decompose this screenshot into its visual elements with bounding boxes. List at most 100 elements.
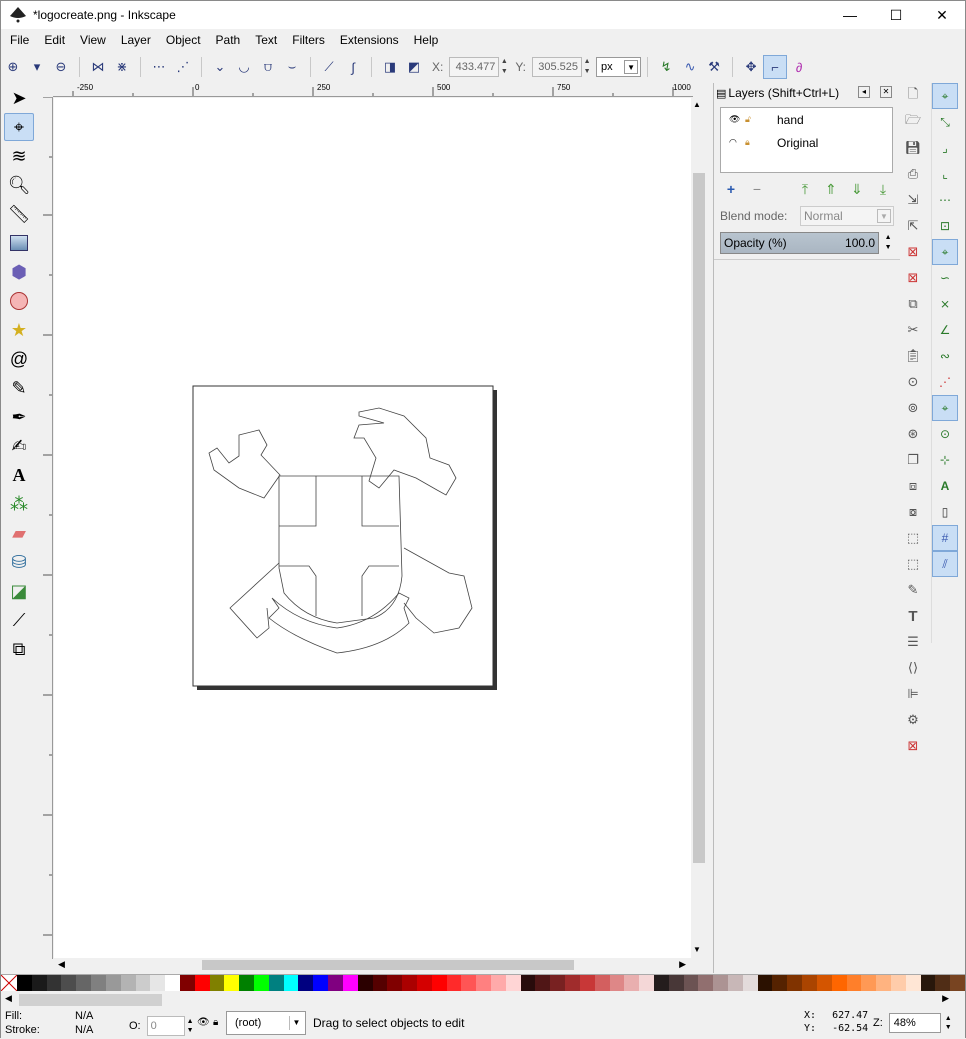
unlock-icon[interactable]: 🔓︎: [745, 114, 751, 125]
snap-bbox-edge-icon[interactable]: ⌟: [932, 135, 958, 161]
menu-object[interactable]: Object: [157, 33, 207, 47]
delete-segment-icon[interactable]: ⋰: [171, 55, 195, 79]
print-icon[interactable]: ⎙: [901, 161, 925, 187]
color-swatch[interactable]: [653, 975, 669, 991]
palette-scroll-thumb[interactable]: [19, 994, 162, 1006]
horizontal-scroll-thumb[interactable]: [202, 960, 574, 970]
color-swatch[interactable]: [46, 975, 62, 991]
remove-layer-icon[interactable]: −: [748, 181, 766, 198]
current-layer-select[interactable]: (root) ▼: [226, 1011, 306, 1035]
export-icon[interactable]: ⇱: [901, 213, 925, 239]
measure-tool-icon[interactable]: 📏︎: [4, 200, 34, 228]
layer-row-original[interactable]: ◠ 🔒︎ Original: [721, 131, 892, 154]
maximize-button[interactable]: ☐: [873, 1, 919, 29]
join-nodes-icon[interactable]: ⋈: [86, 55, 110, 79]
paint-bucket-tool-icon[interactable]: ⛁: [4, 548, 34, 576]
color-swatch[interactable]: [550, 975, 566, 991]
color-swatch[interactable]: [831, 975, 847, 991]
color-swatch[interactable]: [742, 975, 758, 991]
fill-value[interactable]: N/A: [75, 1010, 93, 1022]
preferences-icon[interactable]: ⚙: [901, 707, 925, 733]
raise-layer-icon[interactable]: ⇑: [822, 181, 840, 198]
color-swatch[interactable]: [17, 975, 32, 991]
color-swatch[interactable]: [802, 975, 817, 991]
horizontal-scrollbar[interactable]: ◀ ▶: [54, 958, 694, 972]
menu-path[interactable]: Path: [207, 33, 247, 47]
clone-icon[interactable]: ⧈: [901, 473, 925, 499]
layer-lock-icon[interactable]: 🔒︎: [213, 1017, 218, 1028]
color-swatch[interactable]: [579, 975, 595, 991]
color-swatch[interactable]: [313, 975, 329, 991]
redo-icon[interactable]: ⊠: [901, 265, 925, 291]
snap-guide-icon[interactable]: ⫽: [932, 551, 958, 577]
o-spinner[interactable]: ▲ ▼: [187, 1017, 194, 1035]
snap-text-baseline-icon[interactable]: A: [932, 473, 958, 499]
color-swatch[interactable]: [787, 975, 803, 991]
zoom-selection-icon[interactable]: ⊙: [901, 369, 925, 395]
color-swatch[interactable]: [935, 975, 951, 991]
eraser-tool-icon[interactable]: ▰: [4, 519, 34, 547]
color-swatch[interactable]: [565, 975, 580, 991]
stroke-value[interactable]: N/A: [75, 1024, 93, 1036]
color-swatch[interactable]: [268, 975, 284, 991]
menu-view[interactable]: View: [71, 33, 112, 47]
color-swatch[interactable]: [120, 975, 136, 991]
panel-iconify-icon[interactable]: ◂: [858, 86, 870, 98]
scroll-left-icon[interactable]: ◀: [58, 959, 65, 970]
palette-scrollbar[interactable]: ◀ ▶: [1, 991, 965, 1009]
layer-name[interactable]: Original: [777, 136, 818, 150]
color-swatch[interactable]: [476, 975, 491, 991]
color-swatch[interactable]: [179, 975, 195, 991]
close-button[interactable]: ✕: [919, 1, 965, 29]
dropper-tool-icon[interactable]: ⟋: [4, 606, 34, 634]
snap-bbox-midpoint-icon[interactable]: ⋯: [932, 187, 958, 213]
delete-node-icon[interactable]: ⊖: [49, 55, 73, 79]
color-swatch[interactable]: [342, 975, 358, 991]
color-swatch[interactable]: [876, 975, 891, 991]
color-swatch[interactable]: [950, 975, 965, 991]
snap-smooth-icon[interactable]: ∾: [932, 343, 958, 369]
show-bezier-handles-icon[interactable]: ⌐: [763, 55, 788, 79]
color-swatch[interactable]: [594, 975, 610, 991]
snap-midpoint-icon[interactable]: ⋰: [932, 369, 958, 395]
y-input[interactable]: 305.525: [532, 57, 583, 77]
insert-node-dropdown-icon[interactable]: ▾: [25, 55, 49, 79]
color-swatch[interactable]: [861, 975, 877, 991]
ellipse-tool-icon[interactable]: [4, 287, 34, 315]
ungroup-icon[interactable]: ⬚: [901, 551, 925, 577]
no-paint-swatch[interactable]: [0, 974, 18, 992]
break-path-icon[interactable]: ⋇: [110, 55, 134, 79]
color-swatch[interactable]: [416, 975, 432, 991]
3d-box-tool-icon[interactable]: ⬢: [4, 258, 34, 286]
calligraphy-tool-icon[interactable]: ✍: [4, 432, 34, 460]
x-spinner[interactable]: ▲ ▼: [499, 57, 509, 77]
menu-extensions[interactable]: Extensions: [331, 33, 405, 47]
unit-select[interactable]: px ▼: [596, 57, 642, 77]
color-swatch[interactable]: [105, 975, 121, 991]
snap-intersection-icon[interactable]: ⨯: [932, 291, 958, 317]
show-path-outline-icon[interactable]: ∂: [787, 55, 811, 79]
xml-editor-icon[interactable]: ⟨⟩: [901, 655, 925, 681]
color-swatch[interactable]: [461, 975, 477, 991]
color-swatch[interactable]: [772, 975, 788, 991]
smooth-node-icon[interactable]: ◡: [232, 55, 256, 79]
color-swatch[interactable]: [624, 975, 640, 991]
copy-icon[interactable]: ⧉: [901, 291, 925, 317]
color-swatch[interactable]: [698, 975, 714, 991]
color-swatch[interactable]: [372, 975, 388, 991]
star-tool-icon[interactable]: ★: [4, 316, 34, 344]
text-tool-icon[interactable]: A: [4, 461, 34, 489]
opacity-spinner[interactable]: ▲ ▼: [883, 233, 893, 253]
unlink-clone-icon[interactable]: ⧇: [901, 499, 925, 525]
layer-visibility-icon[interactable]: 👁︎: [197, 1017, 210, 1028]
menu-text[interactable]: Text: [246, 33, 283, 47]
color-swatch[interactable]: [713, 975, 728, 991]
show-outline-icon[interactable]: ∿: [678, 55, 702, 79]
color-swatch[interactable]: [402, 975, 417, 991]
snap-cusp-icon[interactable]: ∠: [932, 317, 958, 343]
color-swatch[interactable]: [194, 975, 210, 991]
snap-bbox-icon[interactable]: ⤡: [932, 109, 958, 135]
snap-bbox-center-icon[interactable]: ⊡: [932, 213, 958, 239]
color-swatch[interactable]: [609, 975, 625, 991]
color-swatch[interactable]: [505, 975, 521, 991]
